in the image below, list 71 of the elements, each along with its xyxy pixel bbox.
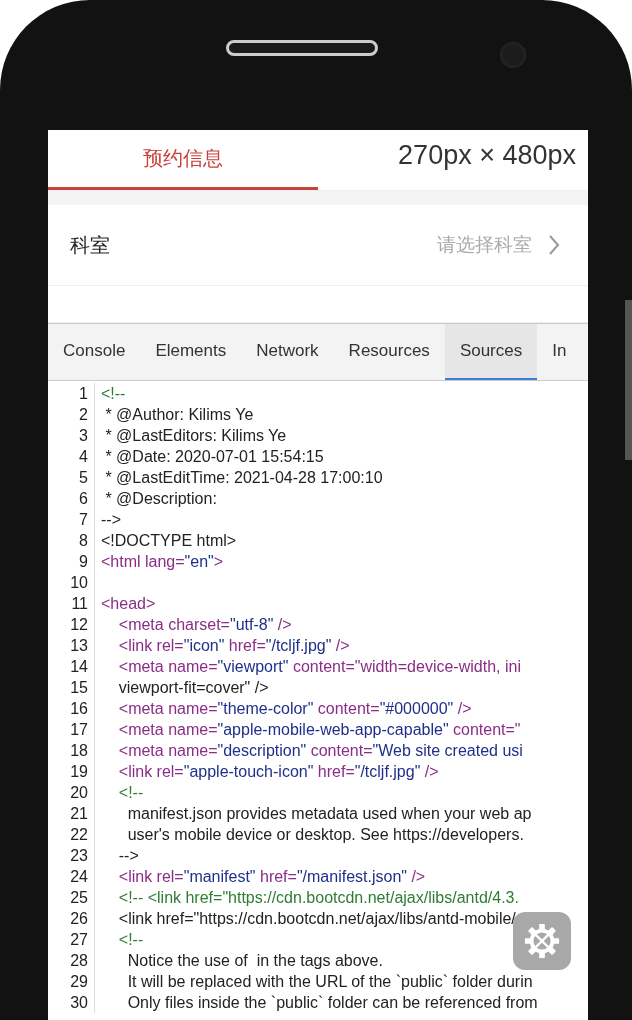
code-line: It will be replaced with the URL of the `public` folder durin xyxy=(126,973,533,990)
line-number: 3 xyxy=(48,425,95,446)
code-line: <!DOCTYPE html> xyxy=(101,532,237,549)
code-line: <head> xyxy=(101,595,156,612)
line-number: 25 xyxy=(48,887,95,908)
line-number: 30 xyxy=(48,992,95,1013)
line-number: 17 xyxy=(48,719,95,740)
code-line: <meta name="viewport" content="width=device-width, ini xyxy=(117,658,521,675)
code-line: --> xyxy=(101,511,121,528)
line-number: 27 xyxy=(48,929,95,950)
gear-icon xyxy=(523,922,561,960)
code-line: * @Date: 2020-07-01 15:54:15 xyxy=(104,448,324,465)
code-line: <!-- <link href="https://cdn.bootcdn.net/ajax/libs/antd/4.3. xyxy=(117,889,519,906)
devtools-tab[interactable]: Console xyxy=(48,324,141,380)
line-number: 15 xyxy=(48,677,95,698)
code-line: manifest.json provides metadata used when your web ap xyxy=(126,805,532,822)
viewport-size-label: 270px × 480px xyxy=(398,140,576,171)
line-number: 20 xyxy=(48,782,95,803)
code-line: * @Description: xyxy=(104,490,217,507)
line-number: 16 xyxy=(48,698,95,719)
line-number: 4 xyxy=(48,446,95,467)
code-line: Only files inside the `public` folder can be referenced from xyxy=(126,994,538,1011)
line-number: 18 xyxy=(48,740,95,761)
code-line: user's mobile device or desktop. See https://developers. xyxy=(126,826,524,843)
code-line: * @LastEditTime: 2021-04-28 17:00:10 xyxy=(104,469,383,486)
code-line: <meta name="apple-mobile-web-app-capable" content=" xyxy=(117,721,521,738)
line-number: 5 xyxy=(48,467,95,488)
line-number: 8 xyxy=(48,530,95,551)
line-number: 22 xyxy=(48,824,95,845)
line-number: 10 xyxy=(48,572,95,593)
line-number: 14 xyxy=(48,656,95,677)
code-line: * @LastEditors: Kilims Ye xyxy=(104,427,287,444)
code-line: <meta name="description" content="Web site created usi xyxy=(117,742,523,759)
line-number: 12 xyxy=(48,614,95,635)
code-line: viewport-fit=cover" /> xyxy=(117,679,269,696)
row-placeholder: 请选择科室 xyxy=(437,233,532,257)
line-number: 28 xyxy=(48,950,95,971)
row-label: 科室 xyxy=(70,232,110,258)
line-number: 29 xyxy=(48,971,95,992)
devtools-tab[interactable]: Network xyxy=(241,324,334,380)
code-line: * @Author: Kilims Ye xyxy=(104,406,254,423)
chevron-icon xyxy=(548,234,560,256)
code-line: <html lang="en"> xyxy=(101,553,224,570)
devtools-tab[interactable]: Sources xyxy=(444,324,538,380)
line-number: 9 xyxy=(48,551,95,572)
line-number: 6 xyxy=(48,488,95,509)
line-number: 7 xyxy=(48,509,95,530)
line-number: 23 xyxy=(48,845,95,866)
line-number: 24 xyxy=(48,866,95,887)
code-line: --> xyxy=(117,847,139,864)
code-line: Notice the use of in the tags above. xyxy=(126,952,383,969)
code-line: <link rel="icon" href="/tcljf.jpg" /> xyxy=(117,637,350,654)
line-number: 1 xyxy=(48,383,95,404)
code-line: <link rel="manifest" href="/manifest.json" /> xyxy=(117,868,426,885)
line-number: 13 xyxy=(48,635,95,656)
select-row[interactable]: 科室 请选择科室 xyxy=(48,205,588,286)
code-line: <!-- xyxy=(117,931,144,948)
code-line: <meta name="theme-color" content="#000000" /> xyxy=(117,700,472,717)
code-line: <!-- xyxy=(117,784,144,801)
code-line: <meta charset="utf-8" /> xyxy=(117,616,292,633)
line-number: 21 xyxy=(48,803,95,824)
devtools-tab[interactable]: Elements xyxy=(140,324,242,380)
line-number: 26 xyxy=(48,908,95,929)
devtools-tab[interactable]: In xyxy=(537,324,582,380)
line-number: 19 xyxy=(48,761,95,782)
devtools-tab[interactable]: Resources xyxy=(333,324,445,380)
line-number: 11 xyxy=(48,593,95,614)
line-number: 2 xyxy=(48,404,95,425)
code-line: <!-- xyxy=(101,385,126,402)
code-line: <link rel="apple-touch-icon" href="/tcljf.jpg" /> xyxy=(117,763,439,780)
code-line: <link href="https://cdn.bootcdn.net/ajax/libs/antd-mobile/ xyxy=(117,910,516,927)
